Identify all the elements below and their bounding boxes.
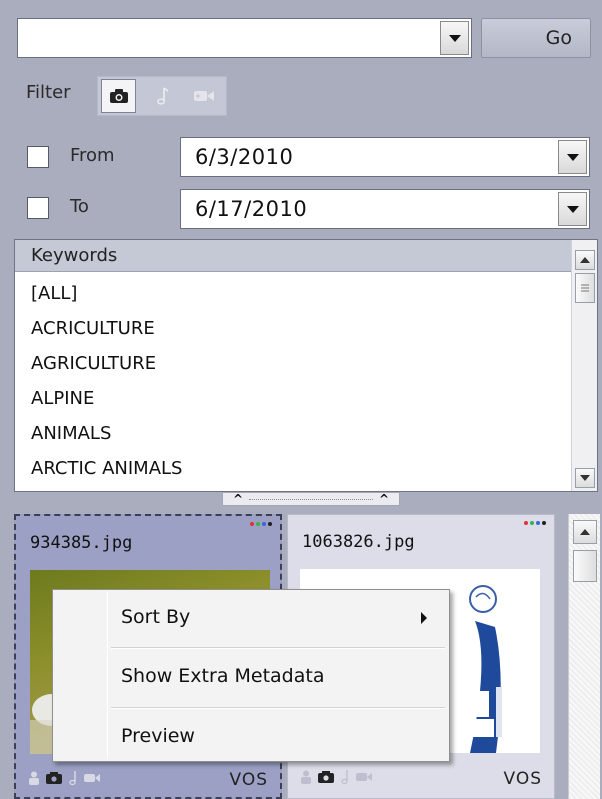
- music-note-icon: [156, 87, 168, 105]
- keyword-item[interactable]: ARCTIC ANIMALS: [31, 458, 182, 479]
- music-note-icon: [341, 770, 348, 785]
- menu-item-label: Preview: [121, 725, 195, 747]
- keywords-header[interactable]: Keywords: [15, 240, 572, 272]
- from-date-picker[interactable]: 6/3/2010: [180, 137, 590, 177]
- camera-icon: [46, 772, 62, 784]
- filter-label: Filter: [26, 82, 71, 103]
- keyword-item[interactable]: AGRICULTURE: [31, 353, 156, 374]
- filter-audio-button[interactable]: [144, 79, 179, 113]
- keyword-item[interactable]: ALPINE: [31, 388, 94, 409]
- chevron-down-icon: [566, 205, 579, 213]
- media-filter-group: [97, 76, 227, 116]
- person-icon: [301, 770, 311, 784]
- color-dot: [262, 522, 266, 526]
- to-dropdown-button[interactable]: [558, 192, 587, 226]
- filter-photo-button[interactable]: [101, 79, 136, 113]
- from-dropdown-button[interactable]: [558, 140, 587, 174]
- scroll-up-button[interactable]: [573, 520, 597, 544]
- camera-icon: [318, 771, 334, 783]
- chevron-down-icon: [580, 475, 590, 481]
- thumbnail-badge: VOS: [503, 769, 542, 789]
- filter-video-button[interactable]: [186, 79, 221, 113]
- search-combobox[interactable]: [17, 18, 472, 58]
- keywords-list: Keywords [ALL] ACRICULTURE AGRICULTURE A…: [14, 239, 598, 492]
- keyword-item[interactable]: ANIMALS: [31, 423, 111, 444]
- to-checkbox[interactable]: [27, 197, 49, 219]
- to-date-value: 6/17/2010: [195, 197, 308, 221]
- scroll-down-button[interactable]: [575, 468, 595, 488]
- keyword-item[interactable]: ACRICULTURE: [31, 318, 155, 339]
- menu-item-sort-by[interactable]: Sort By: [55, 592, 447, 644]
- splitter-grip: [249, 498, 373, 500]
- keyword-item[interactable]: [ALL]: [31, 283, 77, 304]
- color-dot: [524, 521, 528, 525]
- chevron-down-icon: [448, 34, 461, 42]
- menu-separator: [111, 707, 445, 709]
- to-date-picker[interactable]: 6/17/2010: [180, 189, 590, 229]
- chevron-up-icon: ^: [378, 492, 389, 506]
- scroll-thumb[interactable]: [575, 273, 595, 303]
- color-dot: [536, 521, 540, 525]
- color-dot: [250, 522, 254, 526]
- panel-splitter[interactable]: ^ ^: [222, 492, 400, 506]
- video-camera-icon: [193, 91, 214, 101]
- menu-item-show-extra-metadata[interactable]: Show Extra Metadata: [55, 651, 447, 703]
- chevron-up-icon: ^: [233, 492, 244, 506]
- menu-separator: [111, 647, 445, 649]
- submenu-arrow-icon: [421, 612, 427, 624]
- thumbnail-filename: 1063826.jpg: [302, 532, 415, 552]
- scroll-up-button[interactable]: [575, 250, 595, 270]
- keywords-scrollbar[interactable]: [571, 240, 597, 491]
- scroll-thumb[interactable]: [573, 550, 597, 582]
- color-labels: [250, 522, 272, 526]
- video-camera-icon: [356, 773, 372, 781]
- search-input[interactable]: [22, 23, 432, 53]
- menu-item-preview[interactable]: Preview: [55, 711, 447, 759]
- thumbnail-badge: VOS: [229, 770, 268, 790]
- chevron-down-icon: [566, 153, 579, 161]
- camera-icon: [109, 89, 128, 103]
- thumbnails-scrollbar[interactable]: [568, 514, 600, 799]
- media-type-icons: [300, 769, 373, 785]
- video-camera-icon: [84, 774, 100, 782]
- color-dot: [256, 522, 260, 526]
- from-date-value: 6/3/2010: [195, 145, 294, 169]
- color-dot: [268, 522, 272, 526]
- menu-item-label: Show Extra Metadata: [121, 665, 325, 687]
- media-type-icons: [28, 770, 101, 786]
- context-menu: Sort By Show Extra Metadata Preview: [52, 589, 450, 762]
- color-dot: [530, 521, 534, 525]
- search-dropdown-button[interactable]: [440, 21, 469, 55]
- go-button[interactable]: Go: [481, 18, 591, 58]
- menu-item-label: Sort By: [121, 606, 191, 628]
- color-dot: [542, 521, 546, 525]
- from-checkbox[interactable]: [27, 146, 49, 168]
- to-label: To: [70, 196, 89, 217]
- thumbnail-filename: 934385.jpg: [30, 533, 133, 553]
- from-label: From: [70, 145, 115, 166]
- music-note-icon: [69, 771, 76, 786]
- chevron-up-icon: [580, 257, 590, 263]
- person-icon: [29, 771, 39, 785]
- grip-icon: [581, 284, 589, 292]
- color-labels: [524, 521, 546, 525]
- chevron-up-icon: [580, 529, 590, 535]
